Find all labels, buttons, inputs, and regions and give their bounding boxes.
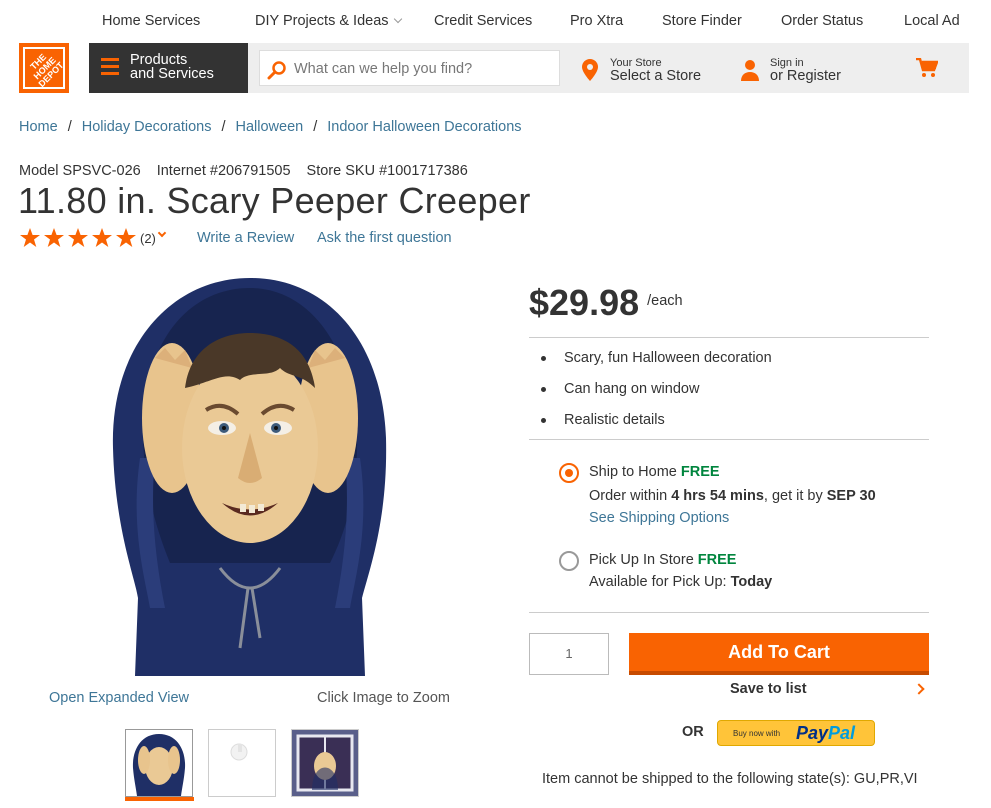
divider: [529, 337, 929, 338]
add-to-cart-button[interactable]: Add To Cart: [629, 633, 929, 675]
chevron-right-icon[interactable]: [913, 683, 925, 695]
site-header: THE HOME DEPOT Products and Services You…: [0, 43, 991, 93]
nav-store-finder[interactable]: Store Finder: [662, 13, 742, 29]
breadcrumb-halloween[interactable]: Halloween: [236, 119, 304, 135]
store-sku: Store SKU #1001717386: [306, 163, 468, 179]
internet-number: Internet #206791505: [156, 163, 291, 179]
store-big-label: Select a Store: [610, 68, 702, 84]
shipping-restriction-note: Item cannot be shipped to the following …: [542, 771, 918, 787]
home-depot-logo[interactable]: THE HOME DEPOT: [19, 43, 69, 93]
pickup-label-text: Pick Up In Store: [589, 552, 694, 568]
ship-free-badge: FREE: [680, 464, 720, 480]
search-box: [259, 50, 560, 86]
paypal-logo: PayPal: [796, 723, 855, 744]
breadcrumb-holiday-decorations[interactable]: Holiday Decorations: [82, 119, 212, 135]
signin-big-label: or Register: [770, 68, 841, 84]
thumbnail-3[interactable]: [291, 729, 359, 797]
nav-home-services[interactable]: Home Services: [102, 13, 200, 29]
nav-diy-label: DIY Projects & Ideas: [255, 13, 389, 29]
rating-count[interactable]: (2): [140, 231, 156, 246]
open-expanded-view-link[interactable]: Open Expanded View: [49, 690, 189, 706]
divider: [529, 612, 929, 613]
see-shipping-options-link[interactable]: See Shipping Options: [589, 510, 729, 526]
click-to-zoom-text: Click Image to Zoom: [317, 690, 450, 706]
price-amount: $29.98: [529, 282, 640, 323]
breadcrumb-separator: /: [221, 119, 226, 135]
pickup-label: Pick Up In Store FREE: [589, 552, 736, 568]
chevron-down-icon: [393, 14, 402, 24]
breadcrumb-indoor-halloween[interactable]: Indoor Halloween Decorations: [327, 119, 521, 135]
thumbnail-suction-cup-image: [230, 743, 248, 761]
highlight-item: Can hang on window: [541, 381, 772, 412]
highlight-item: Scary, fun Halloween decoration: [541, 350, 772, 381]
nav-order-status[interactable]: Order Status: [781, 13, 863, 29]
pickup-free-badge: FREE: [697, 552, 737, 568]
paypal-button[interactable]: Buy now with PayPal: [717, 720, 875, 746]
write-review-link[interactable]: Write a Review: [197, 230, 294, 246]
nav-pro-xtra[interactable]: Pro Xtra: [570, 13, 623, 29]
save-to-list-button[interactable]: Save to list: [730, 681, 807, 697]
nav-diy-projects[interactable]: DIY Projects & Ideas: [255, 13, 402, 29]
thumbnail-window-image: [292, 730, 358, 796]
pickup-when: Today: [730, 574, 773, 590]
paypal-logo-pay: Pay: [796, 723, 829, 743]
quantity-input[interactable]: 1: [529, 633, 609, 675]
order-time: 4 hrs 54 mins: [671, 488, 764, 504]
ship-to-home-label: Ship to Home FREE: [589, 464, 720, 480]
breadcrumb-separator: /: [67, 119, 72, 135]
thumbnail-1[interactable]: [125, 729, 193, 797]
product-title: 11.80 in. Scary Peeper Creeper: [18, 180, 531, 221]
order-within-text: Order within: [589, 488, 668, 504]
thumbnail-2[interactable]: [208, 729, 276, 797]
products-label-line1: Products: [130, 52, 188, 68]
breadcrumb-separator: /: [313, 119, 318, 135]
breadcrumb-home[interactable]: Home: [19, 119, 58, 135]
location-pin-icon: [582, 59, 598, 81]
pickup-available-text: Available for Pick Up:: [589, 574, 727, 590]
pickup-availability: Available for Pick Up: Today: [589, 574, 772, 590]
search-input[interactable]: [294, 57, 554, 81]
nav-credit-services[interactable]: Credit Services: [434, 13, 532, 29]
paypal-small-text: Buy now with: [733, 729, 781, 738]
chevron-down-icon[interactable]: [157, 228, 167, 238]
cart-icon[interactable]: [916, 58, 938, 78]
price-block: $29.98/each: [529, 282, 683, 324]
thumbnail-creeper-image: [132, 734, 186, 796]
products-label: Products and Services: [130, 52, 214, 82]
products-label-line2: and Services: [130, 66, 214, 82]
user-icon: [741, 60, 759, 81]
delivery-date: SEP 30: [826, 488, 876, 504]
or-label: OR: [682, 724, 704, 740]
ship-label-text: Ship to Home: [589, 464, 677, 480]
star-rating-icon[interactable]: [19, 227, 137, 249]
price-unit: /each: [647, 293, 683, 309]
product-highlights: Scary, fun Halloween decoration Can hang…: [541, 350, 772, 443]
ship-to-home-radio[interactable]: [559, 463, 579, 483]
nav-local-ad[interactable]: Local Ad: [904, 13, 960, 29]
product-identifiers: Model SPSVC-026 Internet #206791505 Store …: [19, 163, 484, 179]
products-and-services-button[interactable]: Products and Services: [89, 43, 248, 93]
delivery-estimate: Order within 4 hrs 54 mins, get it by SE…: [589, 488, 876, 504]
get-it-by-text: , get it by: [763, 488, 823, 504]
product-image[interactable]: [110, 278, 390, 676]
ask-question-link[interactable]: Ask the first question: [317, 230, 452, 246]
pickup-in-store-radio[interactable]: [559, 551, 579, 571]
hamburger-menu-icon: [101, 58, 119, 76]
search-icon[interactable]: [267, 60, 287, 80]
model-number: Model SPSVC-026: [19, 163, 141, 179]
breadcrumb: Home / Holiday Decorations / Halloween / Indoo…: [19, 119, 522, 135]
top-utility-nav: Home Services DIY Projects & Ideas Credi…: [0, 0, 991, 42]
active-thumbnail-indicator: [125, 797, 194, 801]
paypal-logo-pal: Pal: [828, 723, 856, 743]
divider: [529, 439, 929, 440]
